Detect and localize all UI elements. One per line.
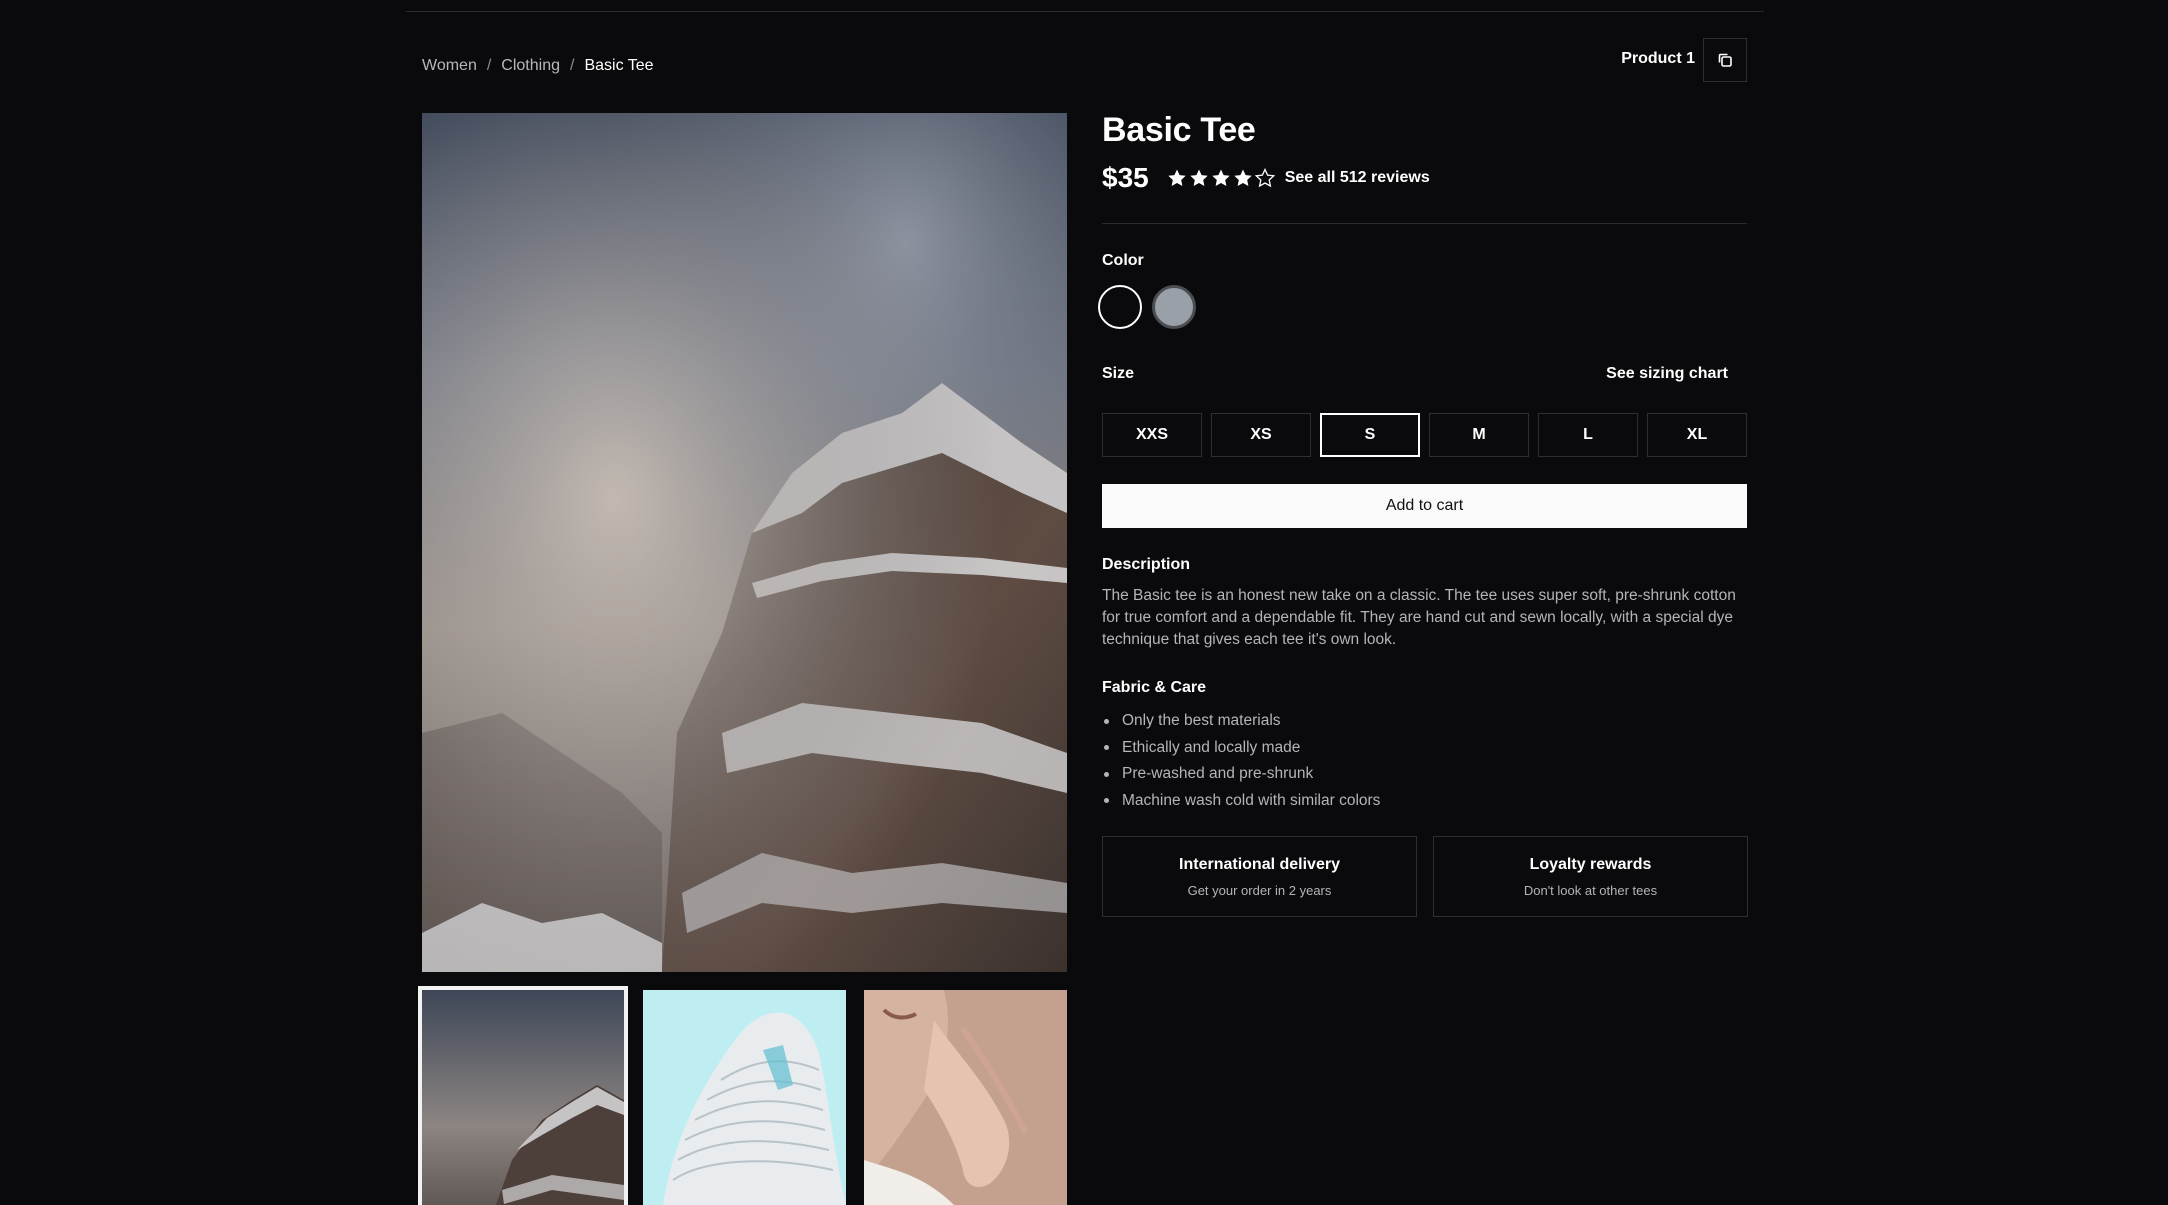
product-page: Women / Clothing / Basic Tee Product 1 B… [0,0,2168,1205]
perk-title: International delivery [1179,855,1340,873]
size-option-m[interactable]: M [1429,413,1529,457]
main-product-image [422,113,1067,972]
thumbnail-building[interactable] [643,990,846,1205]
fabric-care-label: Fabric & Care [1102,679,1207,696]
thumbnail-mountain[interactable] [418,986,628,1205]
color-swatch-gray[interactable] [1152,285,1196,329]
perk-subtitle: Get your order in 2 years [1187,882,1332,898]
color-label: Color [1102,252,1144,269]
add-to-cart-button[interactable]: Add to cart [1102,484,1747,528]
rating-stars [1167,168,1275,188]
description-label: Description [1102,556,1191,573]
perk-card-delivery: International delivery Get your order in… [1102,836,1417,917]
product-label: Product 1 [1621,50,1695,67]
description-text: The Basic tee is an honest new take on a… [1102,587,1736,648]
size-option-xxs[interactable]: XXS [1102,413,1202,457]
breadcrumb: Women / Clothing / Basic Tee [422,57,654,75]
list-item: Machine wash cold with similar colors [1102,788,1380,815]
size-option-l[interactable]: L [1538,413,1638,457]
star-filled-icon [1212,169,1230,186]
list-item: Ethically and locally made [1102,735,1380,762]
size-option-xl[interactable]: XL [1647,413,1747,457]
perk-card-loyalty: Loyalty rewards Don't look at other tees [1433,836,1748,917]
size-label: Size [1102,365,1135,382]
copy-icon [1718,53,1732,67]
product-price: $35 [1102,162,1149,193]
breadcrumb-item-clothing[interactable]: Clothing [501,57,560,75]
sizing-chart-link[interactable]: See sizing chart [1606,365,1728,383]
list-item: Only the best materials [1102,708,1380,735]
perk-title: Loyalty rewards [1529,855,1652,873]
breadcrumb-separator: / [486,57,492,74]
fabric-care-list: Only the best materials Ethically and lo… [1102,708,1380,814]
star-filled-icon [1234,169,1252,186]
breadcrumb-current: Basic Tee [584,57,654,74]
size-option-s[interactable]: S [1320,413,1420,457]
product-title: Basic Tee [1102,111,1256,149]
breadcrumb-separator: / [570,57,575,74]
list-item: Pre-washed and pre-shrunk [1102,761,1380,788]
top-divider [406,11,1764,12]
star-empty-icon [1254,168,1275,188]
copy-button[interactable] [1703,38,1747,82]
star-filled-icon [1190,169,1208,186]
size-options: XXS XS S M L XL [1102,413,1747,457]
size-option-xs[interactable]: XS [1211,413,1311,457]
breadcrumb-item-women[interactable]: Women [422,57,477,75]
info-divider [1102,223,1747,224]
color-swatch-black[interactable] [1098,285,1142,329]
see-reviews-link[interactable]: See all 512 reviews [1285,169,1430,187]
thumbnail-hand[interactable] [864,990,1067,1205]
perk-subtitle: Don't look at other tees [1523,882,1658,898]
color-swatches [1098,285,1196,329]
price-row: $35 See all 512 reviews [1102,162,1430,194]
star-filled-icon [1168,169,1186,186]
